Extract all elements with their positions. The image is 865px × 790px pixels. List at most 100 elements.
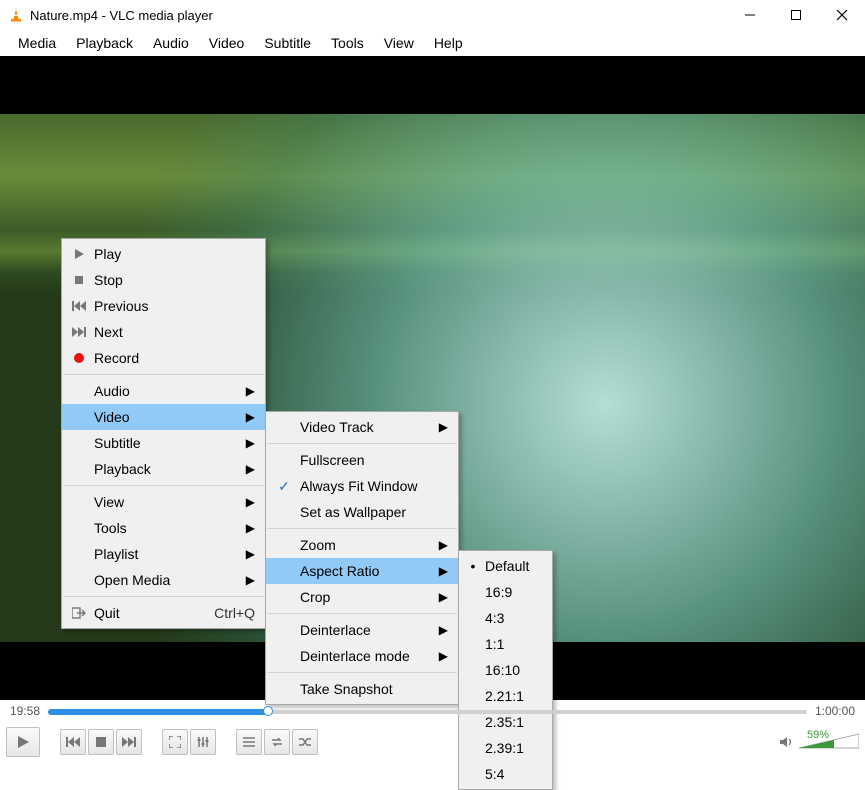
- maximize-button[interactable]: [773, 0, 819, 30]
- seek-fill: [48, 709, 268, 715]
- menu-video[interactable]: Video: [199, 32, 255, 54]
- volume-control[interactable]: 59%: [779, 732, 859, 752]
- ctx-stop-label: Stop: [90, 272, 243, 288]
- minimize-button[interactable]: [727, 0, 773, 30]
- play-icon: [68, 248, 90, 260]
- tb-loop-button[interactable]: [264, 729, 290, 755]
- ctx-view-label: View: [90, 494, 243, 510]
- separator: [63, 485, 264, 486]
- ctx-playback[interactable]: Playback▶: [62, 456, 265, 482]
- sub-deinterlace[interactable]: Deinterlace▶: [266, 617, 458, 643]
- separator: [63, 596, 264, 597]
- tb-play-button[interactable]: [6, 727, 40, 757]
- tb-stop-button[interactable]: [88, 729, 114, 755]
- sub-videotrack-label: Video Track: [296, 419, 436, 435]
- sub-deintmode-label: Deinterlace mode: [296, 648, 436, 664]
- ctx-openmedia-label: Open Media: [90, 572, 243, 588]
- stop-icon: [68, 274, 90, 286]
- seek-thumb[interactable]: [263, 706, 273, 716]
- video-submenu: Video Track▶ Fullscreen ✓Always Fit Wind…: [265, 411, 459, 705]
- aspect-5-4[interactable]: 5:4: [459, 761, 552, 787]
- sub-snapshot[interactable]: Take Snapshot: [266, 676, 458, 702]
- sub-deintmode[interactable]: Deinterlace mode▶: [266, 643, 458, 669]
- ctx-playlist-label: Playlist: [90, 546, 243, 562]
- menu-media[interactable]: Media: [8, 32, 66, 54]
- speaker-icon[interactable]: [779, 735, 795, 749]
- ctx-play[interactable]: Play: [62, 241, 265, 267]
- separator: [267, 672, 457, 673]
- aspect-default-label: Default: [483, 558, 529, 574]
- ctx-audio[interactable]: Audio▶: [62, 378, 265, 404]
- sub-fullscreen-label: Fullscreen: [296, 452, 436, 468]
- window-title: Nature.mp4 - VLC media player: [30, 8, 213, 23]
- aspect-16-10-label: 16:10: [483, 662, 520, 678]
- tb-shuffle-button[interactable]: [292, 729, 318, 755]
- ctx-playback-label: Playback: [90, 461, 243, 477]
- aspect-2-21-1[interactable]: 2.21:1: [459, 683, 552, 709]
- menu-help[interactable]: Help: [424, 32, 473, 54]
- time-total[interactable]: 1:00:00: [815, 704, 855, 718]
- video-area[interactable]: Play Stop Previous Next Record Audio▶ Vi…: [0, 56, 865, 700]
- ctx-audio-label: Audio: [90, 383, 243, 399]
- aspect-4-3[interactable]: 4:3: [459, 605, 552, 631]
- ctx-quit-shortcut: Ctrl+Q: [194, 605, 255, 621]
- ctx-previous[interactable]: Previous: [62, 293, 265, 319]
- ctx-quit[interactable]: Quit Ctrl+Q: [62, 600, 265, 626]
- aspect-2-39-1[interactable]: 2.39:1: [459, 735, 552, 761]
- tb-ext-settings-button[interactable]: [190, 729, 216, 755]
- ctx-record[interactable]: Record: [62, 345, 265, 371]
- record-icon: [68, 352, 90, 364]
- ctx-openmedia[interactable]: Open Media▶: [62, 567, 265, 593]
- context-menu: Play Stop Previous Next Record Audio▶ Vi…: [61, 238, 266, 629]
- menu-audio[interactable]: Audio: [143, 32, 199, 54]
- sub-wallpaper-label: Set as Wallpaper: [296, 504, 436, 520]
- next-icon: [68, 327, 90, 337]
- sub-aspect-label: Aspect Ratio: [296, 563, 436, 579]
- sub-wallpaper[interactable]: Set as Wallpaper: [266, 499, 458, 525]
- aspect-4-3-label: 4:3: [483, 610, 504, 626]
- ctx-stop[interactable]: Stop: [62, 267, 265, 293]
- separator: [63, 374, 264, 375]
- ctx-subtitle[interactable]: Subtitle▶: [62, 430, 265, 456]
- ctx-tools[interactable]: Tools▶: [62, 515, 265, 541]
- ctx-video-label: Video: [90, 409, 243, 425]
- vlc-logo-icon: [8, 7, 24, 23]
- sub-fullscreen[interactable]: Fullscreen: [266, 447, 458, 473]
- aspect-2-35-1-label: 2.35:1: [483, 714, 524, 730]
- ctx-quit-label: Quit: [90, 605, 194, 621]
- sub-alwaysfit-label: Always Fit Window: [296, 478, 436, 494]
- tb-next-button[interactable]: [116, 729, 142, 755]
- bullet-icon: •: [463, 558, 483, 574]
- tb-prev-button[interactable]: [60, 729, 86, 755]
- menu-subtitle[interactable]: Subtitle: [254, 32, 321, 54]
- sub-alwaysfit[interactable]: ✓Always Fit Window: [266, 473, 458, 499]
- aspect-16-10[interactable]: 16:10: [459, 657, 552, 683]
- ctx-next[interactable]: Next: [62, 319, 265, 345]
- ctx-video[interactable]: Video▶: [62, 404, 265, 430]
- sub-crop[interactable]: Crop▶: [266, 584, 458, 610]
- menu-view[interactable]: View: [374, 32, 424, 54]
- ctx-view[interactable]: View▶: [62, 489, 265, 515]
- sub-videotrack[interactable]: Video Track▶: [266, 414, 458, 440]
- ctx-subtitle-label: Subtitle: [90, 435, 243, 451]
- menu-tools[interactable]: Tools: [321, 32, 374, 54]
- check-icon: ✓: [272, 478, 296, 495]
- aspect-2-39-1-label: 2.39:1: [483, 740, 524, 756]
- separator: [267, 528, 457, 529]
- seek-slider[interactable]: [48, 707, 807, 715]
- tb-fullscreen-button[interactable]: [162, 729, 188, 755]
- sub-snapshot-label: Take Snapshot: [296, 681, 436, 697]
- menu-bar: Media Playback Audio Video Subtitle Tool…: [0, 30, 865, 56]
- time-current[interactable]: 19:58: [10, 704, 40, 718]
- aspect-16-9[interactable]: 16:9: [459, 579, 552, 605]
- ctx-record-label: Record: [90, 350, 243, 366]
- sub-aspect[interactable]: Aspect Ratio▶: [266, 558, 458, 584]
- toolbar: 59%: [0, 722, 865, 762]
- tb-playlist-button[interactable]: [236, 729, 262, 755]
- menu-playback[interactable]: Playback: [66, 32, 143, 54]
- aspect-default[interactable]: •Default: [459, 553, 552, 579]
- aspect-1-1[interactable]: 1:1: [459, 631, 552, 657]
- ctx-playlist[interactable]: Playlist▶: [62, 541, 265, 567]
- close-button[interactable]: [819, 0, 865, 30]
- sub-zoom[interactable]: Zoom▶: [266, 532, 458, 558]
